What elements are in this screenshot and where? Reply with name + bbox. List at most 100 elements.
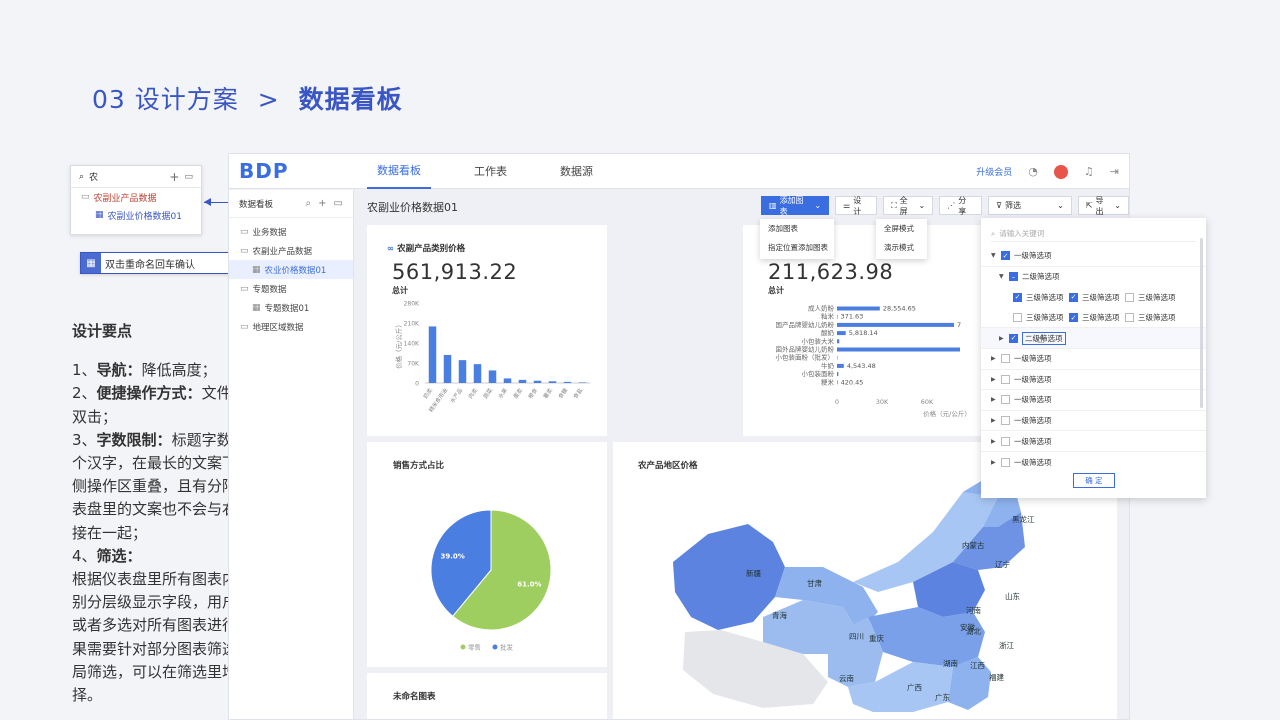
map-region-label: 广东	[935, 693, 950, 702]
caret-right-icon[interactable]: ▶	[991, 355, 997, 362]
checkbox[interactable]: –	[1009, 272, 1018, 282]
mini-folder-item[interactable]: ▭ 农副业产品数据	[71, 188, 201, 206]
filter-level1-row[interactable]: ▶ 一级筛选项	[981, 349, 1206, 370]
checkbox[interactable]	[1001, 416, 1010, 426]
bar	[837, 339, 840, 344]
filter-search-input[interactable]: ⌕ 请输入关键词	[991, 226, 1196, 242]
plus-icon[interactable]: +	[169, 170, 179, 184]
rename-input[interactable]: ▦ 双击重命名回车确认	[80, 252, 233, 274]
menu-item-fullscreen[interactable]: 全屏模式	[876, 219, 927, 238]
filter-level1-row[interactable]: ▶ 一级筛选项	[981, 452, 1206, 473]
fullscreen-menu: 全屏模式 演示模式	[876, 219, 927, 259]
app-logo[interactable]: BDP	[239, 159, 367, 183]
dashboard-title: 农副业价格数据01	[367, 200, 458, 214]
data-label: 371.63	[841, 313, 864, 321]
filter-confirm-button[interactable]: 确 定	[1073, 473, 1115, 488]
tab-dashboard[interactable]: 数据看板	[367, 154, 431, 189]
caret-right-icon[interactable]: ▶	[991, 459, 997, 466]
sidebar-item-business[interactable]: ▭ 业务数据	[229, 222, 353, 241]
filter-option[interactable]: ✓ 三级筛选项	[1013, 292, 1069, 303]
checkbox[interactable]	[1125, 292, 1134, 302]
export-icon: ⇱	[1085, 201, 1093, 210]
mini-sub-item[interactable]: ▦ 农副业价格数据01	[71, 206, 201, 224]
checkbox[interactable]: ✓	[1001, 251, 1010, 261]
chart-icon: ▥	[769, 201, 777, 210]
checkbox[interactable]	[1001, 354, 1010, 364]
map-region-label: 安徽	[960, 623, 975, 632]
filter-option[interactable]: ✓ 三级筛选项	[1069, 312, 1125, 323]
x-tick-label: 肉类	[466, 386, 479, 400]
bar	[837, 314, 838, 319]
caret-down-icon[interactable]: ▼	[999, 273, 1005, 280]
menu-item-presentation[interactable]: 演示模式	[876, 238, 927, 257]
sidebar-item-geo[interactable]: ▭ 地理区域数据	[229, 317, 353, 336]
filter-level1-row[interactable]: ▼ ✓ 一级筛选项	[981, 246, 1206, 267]
chevron-down-icon: ⌄	[1057, 201, 1064, 210]
filter-level2-row[interactable]: ▼ – 二级筛选项	[981, 267, 1206, 288]
sidebar-item-topic-01[interactable]: ▦ 专题数据01	[229, 298, 353, 317]
share-icon: ⋰	[947, 201, 956, 210]
checkbox[interactable]	[1001, 457, 1010, 467]
caret-right-icon[interactable]: ▶	[991, 438, 997, 445]
sidebar: 数据看板 ⌕ + ▭ ▭ 业务数据 ▭ 农副业产品数据 ▦ 农业价格数据01 ▭ 专题数…	[229, 190, 354, 719]
bell-icon[interactable]: ♫	[1084, 165, 1094, 178]
category-label: 籼米	[821, 312, 835, 321]
logout-icon[interactable]: ⇥	[1110, 165, 1119, 178]
checkbox[interactable]	[1001, 436, 1010, 446]
caret-right-icon[interactable]: ▶	[999, 335, 1005, 342]
checkbox[interactable]: ✓	[1013, 292, 1022, 302]
sidebar-item-agri[interactable]: ▭ 农副业产品数据	[229, 241, 353, 260]
filter-button[interactable]: ⊽ 筛选 ⌄	[988, 196, 1072, 215]
plus-icon[interactable]: +	[318, 198, 326, 209]
map-region-label: 河南	[966, 606, 981, 615]
filter-level1-row[interactable]: ▶ 一级筛选项	[981, 390, 1206, 411]
filter-option[interactable]: 三级筛选项	[1125, 292, 1181, 303]
checkbox[interactable]: ✓	[1009, 333, 1018, 343]
folder-icon: ▭	[81, 192, 90, 202]
dashboard-icon: ▦	[252, 264, 261, 275]
filter-option[interactable]: 三级筛选项	[1013, 312, 1069, 323]
compass-icon[interactable]: ◔	[1028, 165, 1038, 178]
checkbox[interactable]: ✓	[1069, 313, 1078, 323]
y-tick-label: 210K	[404, 321, 420, 328]
avatar[interactable]	[1053, 164, 1068, 179]
menu-item-add-at-position[interactable]: 指定位置添加图表	[760, 238, 834, 257]
legend-marker	[492, 644, 498, 650]
checkbox[interactable]	[1013, 313, 1022, 323]
checkbox[interactable]	[1001, 374, 1010, 384]
filter-level1-row[interactable]: ▶ 一级筛选项	[981, 431, 1206, 452]
add-chart-button[interactable]: ▥ 添加图表 ⌄	[761, 196, 830, 216]
folder-icon[interactable]: ▭	[184, 172, 193, 182]
upgrade-link[interactable]: 升级会员	[976, 165, 1012, 178]
tab-datasource[interactable]: 数据源	[550, 154, 603, 189]
checkbox[interactable]: ✓	[1069, 292, 1078, 302]
filter-option[interactable]: ✓ 三级筛选项	[1069, 292, 1125, 303]
y-tick-label: 70K	[407, 361, 420, 368]
caret-down-icon[interactable]: ▼	[991, 252, 997, 259]
fullscreen-button[interactable]: ⛶ 全屏 ⌄	[883, 196, 934, 216]
filter-scrollbar[interactable]	[1200, 238, 1203, 408]
card-title: 销售方式占比	[393, 461, 445, 471]
filter-level1-row[interactable]: ▶ 一级筛选项	[981, 370, 1206, 391]
folder-icon[interactable]: ▭	[334, 198, 343, 209]
sidebar-item-agri-price[interactable]: ▦ 农业价格数据01	[229, 260, 353, 279]
design-button[interactable]: ⚌ 设计	[835, 196, 878, 216]
caret-right-icon[interactable]: ▶	[991, 396, 997, 403]
bar-chart-category: 070K140K210K280K价格（元/公斤）奶类精米食用油 水产品 肉类 蔬菜 水果…	[394, 301, 590, 414]
tab-worksheet[interactable]: 工作表	[464, 154, 517, 189]
x-axis-label: 价格（元/公斤）	[923, 409, 971, 418]
caret-right-icon[interactable]: ▶	[991, 417, 997, 424]
filter-option[interactable]: 三级筛选项	[1125, 312, 1181, 323]
sidebar-item-topic[interactable]: ▭ 专题数据	[229, 279, 353, 298]
checkbox[interactable]	[1001, 395, 1010, 405]
menu-item-add-chart[interactable]: 添加图表	[760, 219, 834, 238]
export-button[interactable]: ⇱ 导出 ⌄	[1077, 196, 1129, 216]
filter-level2-row[interactable]: ▶ ✓ 二级筛选项	[981, 328, 1206, 349]
share-button[interactable]: ⋰ 分享	[939, 196, 983, 216]
checkbox[interactable]	[1125, 313, 1134, 323]
expand-icon: ⛶	[891, 200, 897, 210]
caret-right-icon[interactable]: ▶	[991, 376, 997, 383]
mini-search-bar[interactable]: ⌕ 农 + ▭	[71, 166, 201, 188]
filter-level1-row[interactable]: ▶ 一级筛选项	[981, 411, 1206, 432]
search-icon[interactable]: ⌕	[306, 198, 312, 209]
